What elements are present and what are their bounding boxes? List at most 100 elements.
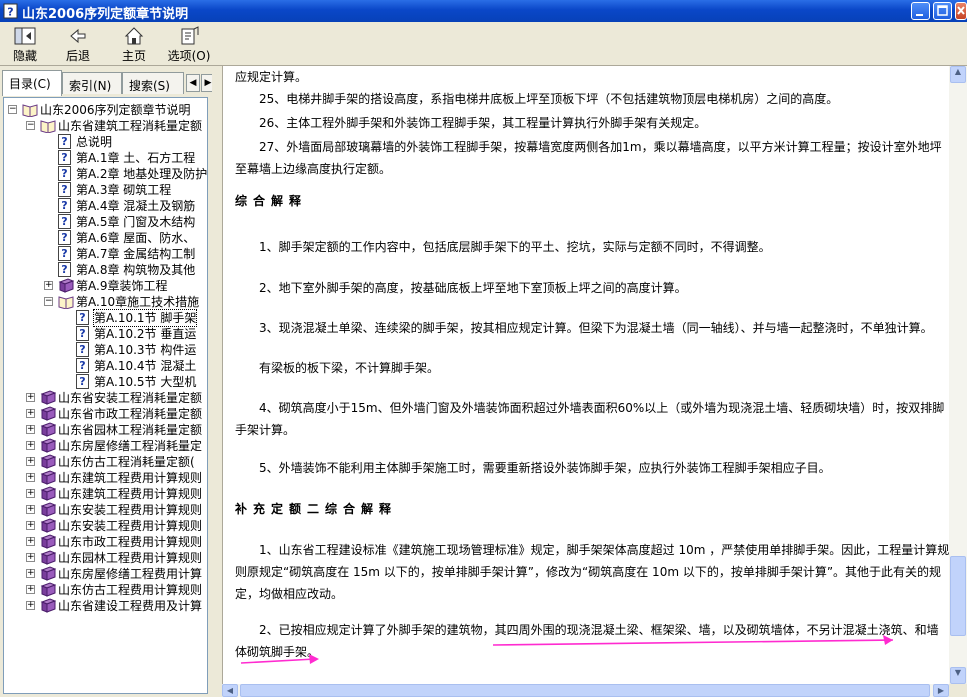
tree-item-label: 山东仿古工程费用计算规则 <box>58 583 203 597</box>
tree-item-label: 第A.10.1节 脚手架 <box>92 309 198 327</box>
back-label: 后退 <box>65 49 90 63</box>
tree-item[interactable]: ? 第A.1章 土、石方工程 <box>4 150 207 166</box>
expand-icon[interactable]: + <box>26 425 35 434</box>
tab-index[interactable]: 索引(N) <box>62 72 122 94</box>
hide-button[interactable]: 隐藏 <box>6 24 44 64</box>
tree-item-label: 第A.1章 土、石方工程 <box>76 151 196 165</box>
help-page-icon: ? <box>76 374 90 389</box>
collapse-icon[interactable]: − <box>8 105 17 114</box>
tree-item[interactable]: ? 第A.2章 地基处理及防护 <box>4 166 207 182</box>
expand-icon[interactable]: + <box>26 601 35 610</box>
tree-item[interactable]: + 山东市政工程费用计算规则 <box>4 534 207 550</box>
tree-item-label: 山东房屋修缮工程费用计算 <box>58 567 203 581</box>
contents-tree[interactable]: − 山东2006序列定额章节说明 − 山东省建筑工程消耗量定额? 总说明? 第A.1章 土… <box>3 97 208 694</box>
tree-item[interactable]: + 山东安装工程费用计算规则 <box>4 518 207 534</box>
scroll-thumb[interactable] <box>950 556 966 636</box>
expand-icon[interactable]: + <box>26 537 35 546</box>
book-closed-icon <box>40 438 57 453</box>
help-page-icon: ? <box>58 182 72 197</box>
book-closed-icon <box>40 598 57 613</box>
scroll-up-button[interactable]: ▲ <box>950 66 966 83</box>
tree-item[interactable]: ? 第A.3章 砌筑工程 <box>4 182 207 198</box>
tab-index-label: 索引(N) <box>69 79 112 93</box>
tab-contents[interactable]: 目录(C) <box>2 70 62 96</box>
tree-item-label: 山东省安装工程消耗量定额 <box>58 391 203 405</box>
book-closed-icon <box>40 470 57 485</box>
expand-icon[interactable]: + <box>26 521 35 530</box>
close-button[interactable] <box>955 2 967 20</box>
tree-item[interactable]: + 山东仿古工程消耗量定额( <box>4 454 207 470</box>
tree-item[interactable]: + 山东建筑工程费用计算规则 <box>4 486 207 502</box>
help-page-icon: ? <box>76 310 90 325</box>
vertical-scrollbar[interactable]: ▲ ▼ <box>949 66 967 684</box>
tree-item[interactable]: + 山东省市政工程消耗量定额 <box>4 406 207 422</box>
help-app-icon: ? <box>3 3 18 19</box>
scroll-right-button[interactable]: ▶ <box>933 684 949 697</box>
tree-item[interactable]: + 山东仿古工程费用计算规则 <box>4 582 207 598</box>
expand-icon[interactable]: + <box>44 281 53 290</box>
tree-item[interactable]: − 山东省建筑工程消耗量定额 <box>4 118 207 134</box>
tab-scroll-left-button[interactable]: ◀ <box>186 74 200 92</box>
tree-item[interactable]: + 第A.9章装饰工程 <box>4 278 207 294</box>
tree-item[interactable]: + 山东省建设工程费用及计算 <box>4 598 207 614</box>
tab-search[interactable]: 搜索(S) <box>122 72 184 94</box>
tree-item[interactable]: ? 第A.10.5节 大型机 <box>4 374 207 390</box>
scroll-left-button[interactable]: ◀ <box>222 684 238 697</box>
tree-item[interactable]: ? 第A.10.1节 脚手架 <box>4 309 207 327</box>
expand-icon[interactable]: + <box>26 473 35 482</box>
back-button[interactable]: 后退 <box>58 24 98 64</box>
tab-search-label: 搜索(S) <box>129 79 170 93</box>
collapse-icon[interactable]: − <box>26 121 35 130</box>
expand-icon[interactable]: + <box>26 393 35 402</box>
tree-item-label: 山东省建设工程费用及计算 <box>58 599 203 613</box>
tree-item[interactable]: + 山东园林工程费用计算规则 <box>4 550 207 566</box>
expand-icon[interactable]: + <box>26 569 35 578</box>
tree-item[interactable]: ? 第A.10.4节 混凝土 <box>4 358 207 374</box>
tree-item[interactable]: + 山东省安装工程消耗量定额 <box>4 390 207 406</box>
tree-item[interactable]: ? 第A.10.3节 构件运 <box>4 342 207 358</box>
tree-item-label: 第A.7章 金属结构工制 <box>76 247 196 261</box>
expand-icon[interactable]: + <box>26 585 35 594</box>
minimize-button[interactable] <box>911 2 930 20</box>
tree-item-label: 第A.9章装饰工程 <box>76 279 168 293</box>
tree-item-label: 第A.5章 门窗及木结构 <box>76 215 196 229</box>
expand-icon[interactable]: + <box>26 457 35 466</box>
home-button[interactable]: 主页 <box>114 24 154 64</box>
scroll-down-button[interactable]: ▼ <box>950 667 966 684</box>
tree-item[interactable]: + 山东房屋修缮工程费用计算 <box>4 566 207 582</box>
tree-item[interactable]: + 山东安装工程费用计算规则 <box>4 502 207 518</box>
book-closed-icon <box>40 566 57 581</box>
tree-item[interactable]: ? 第A.8章 构筑物及其他 <box>4 262 207 278</box>
tree-item[interactable]: ? 第A.5章 门窗及木结构 <box>4 214 207 230</box>
maximize-button[interactable] <box>933 2 952 20</box>
expand-icon[interactable]: + <box>26 505 35 514</box>
tree-item[interactable]: ? 第A.7章 金属结构工制 <box>4 246 207 262</box>
expand-icon[interactable]: + <box>26 409 35 418</box>
tree-item[interactable]: ? 总说明 <box>4 134 207 150</box>
back-arrow-icon <box>70 28 86 44</box>
pane-splitter[interactable] <box>212 66 222 697</box>
tree-item[interactable]: ? 第A.10.2节 垂直运 <box>4 326 207 342</box>
options-button[interactable]: 选项(O) <box>164 24 214 64</box>
horizontal-scrollbar[interactable]: ◀ ▶ <box>222 684 949 697</box>
book-closed-icon <box>40 406 57 421</box>
expand-icon[interactable]: + <box>26 489 35 498</box>
tree-item[interactable]: + 山东省园林工程消耗量定额 <box>4 422 207 438</box>
tree-item-label: 第A.10.3节 构件运 <box>94 343 197 357</box>
expand-icon[interactable]: + <box>26 441 35 450</box>
collapse-icon[interactable]: − <box>44 297 53 306</box>
expand-icon[interactable]: + <box>26 553 35 562</box>
title-bar: ? 山东2006序列定额章节说明 <box>0 0 967 22</box>
maximize-icon <box>937 5 948 16</box>
book-open-icon <box>40 118 56 134</box>
hscroll-thumb[interactable] <box>240 684 930 697</box>
tree-item[interactable]: ? 第A.4章 混凝土及钢筋 <box>4 198 207 214</box>
topic-content: 应规定计算。 25、电梯井脚手架的搭设高度，系指电梯井底板上坪至顶板下坪（不包括… <box>222 66 949 684</box>
tree-item[interactable]: + 山东房屋修缮工程消耗量定 <box>4 438 207 454</box>
tree-item[interactable]: − 山东2006序列定额章节说明 <box>4 102 207 118</box>
tree-item[interactable]: ? 第A.6章 屋面、防水、 <box>4 230 207 246</box>
tree-item[interactable]: + 山东建筑工程费用计算规则 <box>4 470 207 486</box>
tree-item-label: 山东市政工程费用计算规则 <box>58 535 203 549</box>
tree-item[interactable]: − 第A.10章施工技术措施 <box>4 294 207 310</box>
help-page-icon: ? <box>76 326 90 341</box>
